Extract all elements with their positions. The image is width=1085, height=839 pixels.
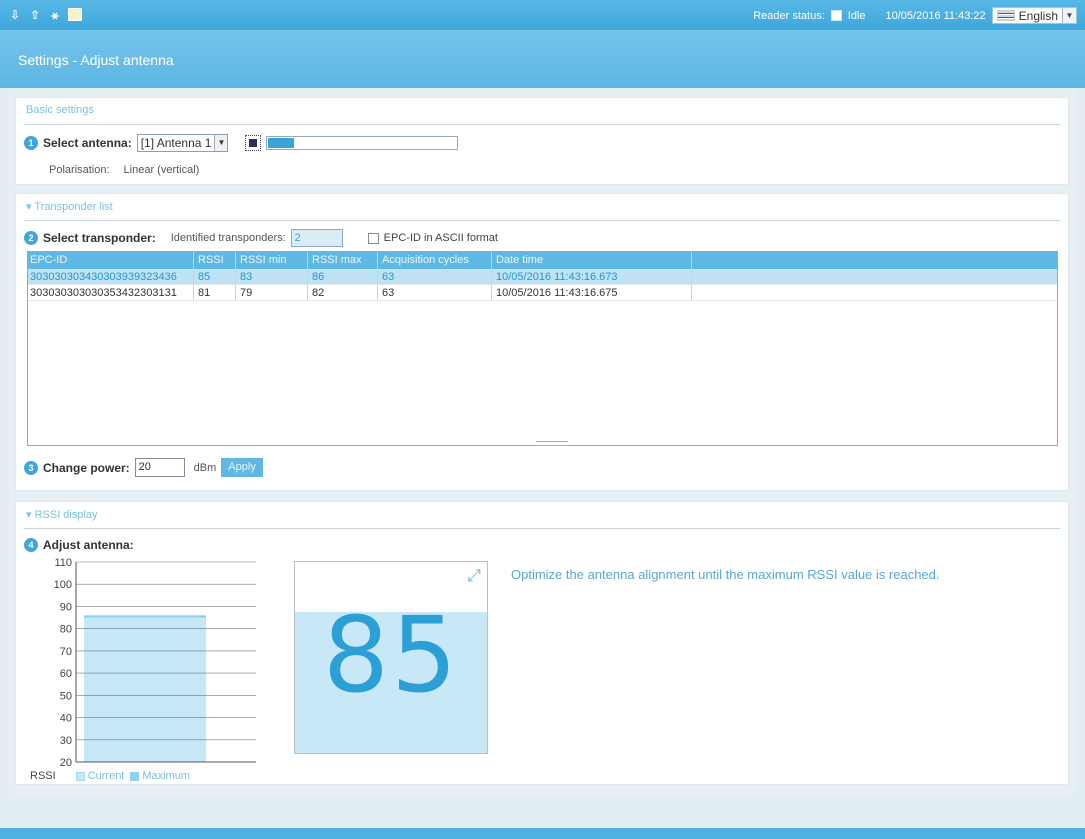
legend-swatch-maximum bbox=[130, 771, 140, 781]
antenna-select[interactable]: [1] Antenna 1 ▼ bbox=[136, 134, 229, 152]
cell-rssi-min: 83 bbox=[236, 269, 308, 284]
y-tick-label: 90 bbox=[60, 601, 72, 613]
step-2-icon: 2 bbox=[24, 231, 38, 245]
download-icon[interactable]: ⇩ bbox=[8, 8, 22, 22]
polarisation-label: Polarisation: bbox=[49, 164, 110, 176]
cell-epc-id: 303030303430303939323436 bbox=[28, 269, 194, 284]
footer-bar bbox=[0, 828, 1085, 839]
flag-icon bbox=[996, 10, 1015, 21]
cell-rssi: 81 bbox=[194, 285, 236, 300]
cell-epc-id: 303030303030353432303131 bbox=[28, 285, 194, 300]
main-content: Basic settings 1 Select antenna: [1] Ant… bbox=[9, 89, 1075, 795]
rssi-big-value: 85 bbox=[322, 594, 460, 716]
basic-settings-title: Basic settings bbox=[26, 104, 94, 116]
y-tick-label: 60 bbox=[60, 668, 72, 680]
divider bbox=[24, 528, 1060, 529]
network-icon[interactable]: ⚹ bbox=[48, 8, 62, 22]
legend-swatch-current bbox=[75, 771, 85, 781]
language-select[interactable]: English ▼ bbox=[991, 7, 1077, 24]
change-power-label: Change power: bbox=[43, 460, 130, 475]
rssi-progress-fill bbox=[268, 138, 295, 148]
basic-settings-panel: Basic settings 1 Select antenna: [1] Ant… bbox=[15, 97, 1069, 185]
y-tick-label: 100 bbox=[54, 579, 72, 591]
col-rssi[interactable]: RSSI bbox=[194, 252, 236, 269]
step-1-icon: 1 bbox=[24, 136, 38, 150]
ascii-label: EPC-ID in ASCII format bbox=[383, 232, 498, 244]
y-tick-label: 50 bbox=[60, 690, 72, 702]
divider bbox=[24, 220, 1060, 221]
y-tick-label: 20 bbox=[60, 757, 72, 769]
reader-status-value: Idle bbox=[847, 9, 866, 22]
select-transponder-label: Select transponder: bbox=[43, 231, 156, 245]
power-input[interactable]: 20 bbox=[134, 458, 185, 477]
legend-rssi-label: RSSI bbox=[30, 770, 56, 782]
cell-date-time: 10/05/2016 11:43:16.673 bbox=[492, 269, 692, 284]
apply-button[interactable]: Apply bbox=[221, 458, 263, 477]
col-epc-id[interactable]: EPC-ID bbox=[28, 252, 194, 269]
cell-rssi-min: 79 bbox=[236, 285, 308, 300]
rssi-display-panel: ▾ RSSI display 4 Adjust antenna: 20 30 40 5… bbox=[15, 501, 1069, 785]
y-tick-label: 70 bbox=[60, 646, 72, 658]
cell-date-time: 10/05/2016 11:43:16.675 bbox=[492, 285, 692, 300]
y-tick-label: 110 bbox=[54, 557, 72, 569]
identified-label: Identified transponders: bbox=[170, 232, 286, 244]
cell-rssi: 85 bbox=[194, 269, 236, 284]
antenna-value: [1] Antenna 1 bbox=[140, 136, 212, 150]
page-header: Settings - Adjust antenna bbox=[0, 30, 1085, 88]
step-4-icon: 4 bbox=[24, 538, 38, 552]
col-date-time[interactable]: Date time bbox=[492, 252, 692, 269]
ascii-checkbox[interactable] bbox=[367, 232, 379, 244]
status-area: Reader status: Idle 10/05/2016 11:43:22 … bbox=[753, 7, 1077, 24]
select-antenna-label: Select antenna: bbox=[43, 136, 132, 150]
legend-maximum: Maximum bbox=[130, 770, 190, 782]
col-rssi-max[interactable]: RSSI max bbox=[308, 252, 378, 269]
datetime: 10/05/2016 11:43:22 bbox=[885, 9, 986, 22]
resize-handle[interactable] bbox=[536, 441, 568, 446]
table-header: EPC-ID RSSI RSSI min RSSI max Acquisitio… bbox=[28, 252, 1057, 269]
language-value: English bbox=[1018, 8, 1058, 23]
cell-rssi-max: 82 bbox=[308, 285, 378, 300]
bar-current bbox=[84, 617, 206, 762]
identified-count-field: 2 bbox=[290, 229, 343, 247]
divider bbox=[24, 124, 1060, 125]
page-title: Settings - Adjust antenna bbox=[18, 52, 174, 68]
adjust-antenna-label: Adjust antenna: bbox=[43, 538, 134, 552]
table-row[interactable]: 303030303430303939323436 85 83 86 63 10/… bbox=[28, 269, 1057, 285]
transponder-list-title: ▾ Transponder list bbox=[26, 201, 113, 213]
upload-icon[interactable]: ⇧ bbox=[28, 8, 42, 22]
col-acquisition-cycles[interactable]: Acquisition cycles bbox=[378, 252, 492, 269]
document-icon[interactable] bbox=[68, 8, 82, 21]
transponder-table: EPC-ID RSSI RSSI min RSSI max Acquisitio… bbox=[27, 251, 1058, 446]
polarisation-value: Linear (vertical) bbox=[123, 164, 200, 176]
status-led-icon bbox=[830, 10, 842, 21]
rssi-display-title: ▾ RSSI display bbox=[26, 509, 98, 521]
step-3-icon: 3 bbox=[24, 460, 38, 475]
rssi-value-display: ⤢ 85 bbox=[294, 561, 488, 754]
y-tick-label: 30 bbox=[60, 735, 72, 747]
chevron-down-icon: ▼ bbox=[214, 135, 228, 151]
legend-current: Current bbox=[75, 770, 124, 782]
col-rssi-min[interactable]: RSSI min bbox=[236, 252, 308, 269]
rssi-bar-chart: 20 30 40 50 60 70 80 90 100 110 bbox=[54, 557, 256, 769]
rssi-progress-bar bbox=[266, 136, 459, 150]
stop-button[interactable] bbox=[245, 135, 262, 151]
y-tick-label: 40 bbox=[60, 713, 72, 725]
instruction-text: Optimize the antenna alignment until the… bbox=[511, 567, 940, 582]
table-row[interactable]: 303030303030353432303131 81 79 82 63 10/… bbox=[28, 285, 1057, 301]
cell-rssi-max: 86 bbox=[308, 269, 378, 284]
y-tick-label: 80 bbox=[60, 624, 72, 636]
transponder-list-panel: ▾ Transponder list 2 Select transponder:… bbox=[15, 193, 1069, 491]
power-unit: dBm bbox=[193, 461, 217, 474]
toolbar-icons: ⇩ ⇧ ⚹ bbox=[8, 8, 82, 22]
stop-icon bbox=[249, 139, 258, 147]
top-bar: ⇩ ⇧ ⚹ Reader status: Idle 10/05/2016 11:… bbox=[0, 0, 1085, 30]
cell-acquisition-cycles: 63 bbox=[378, 285, 492, 300]
cell-acquisition-cycles: 63 bbox=[378, 269, 492, 284]
reader-status-label: Reader status: bbox=[753, 9, 825, 22]
chevron-down-icon: ▼ bbox=[1062, 8, 1076, 23]
